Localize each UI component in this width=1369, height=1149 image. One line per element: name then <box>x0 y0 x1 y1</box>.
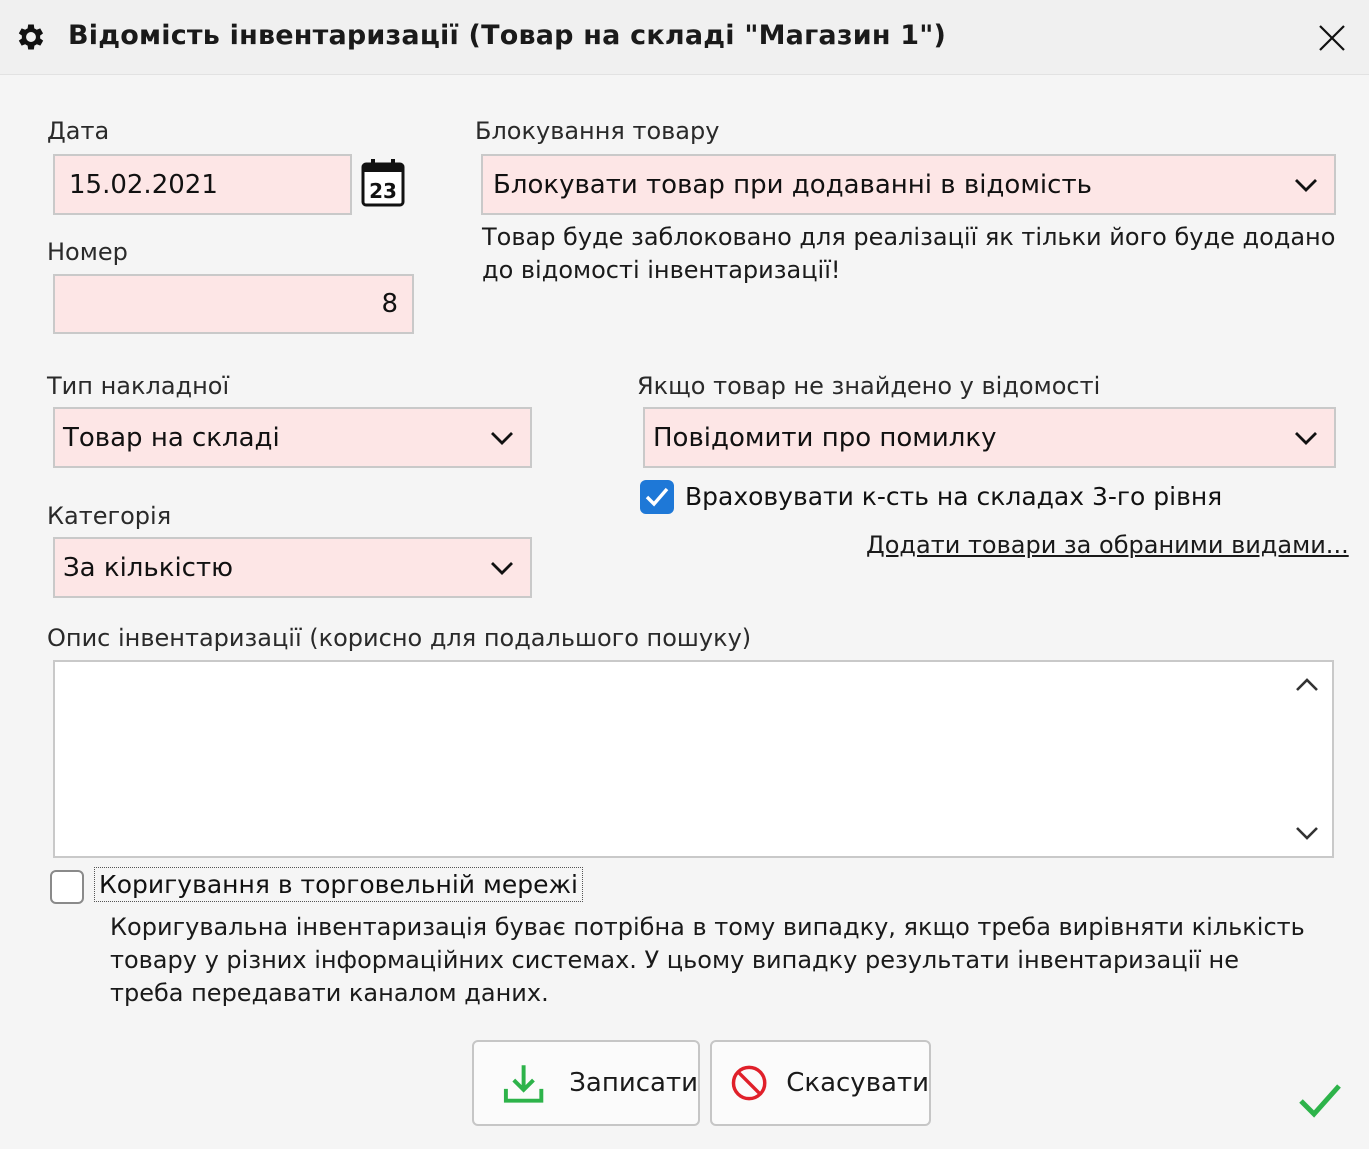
invoice-type-select[interactable]: Товар на складі <box>53 407 532 468</box>
level3-label[interactable]: Враховувати к-сть на складах 3-го рівня <box>685 482 1222 511</box>
date-label: Дата <box>47 117 110 145</box>
cancel-button[interactable]: Скасувати <box>710 1040 931 1126</box>
correction-hint: Коригувальна інвентаризація буває потріб… <box>110 913 1305 1007</box>
description-label: Опис інвентаризації (корисно для подальш… <box>47 624 752 652</box>
invoice-type-value: Товар на складі <box>63 422 280 453</box>
chevron-down-icon <box>491 561 513 575</box>
blocking-value: Блокувати товар при додаванні в відоміст… <box>493 169 1092 200</box>
number-value: 8 <box>381 289 398 319</box>
category-label: Категорія <box>47 502 172 530</box>
blocking-select[interactable]: Блокувати товар при додаванні в відоміст… <box>481 154 1336 215</box>
date-value: 15.02.2021 <box>69 169 218 200</box>
not-found-select[interactable]: Повідомити про помилку <box>643 407 1336 468</box>
chevron-down-icon <box>1295 431 1317 445</box>
blocking-label: Блокування товару <box>475 117 720 145</box>
category-select[interactable]: За кількістю <box>53 537 532 598</box>
cancel-label: Скасувати <box>786 1068 929 1098</box>
chevron-down-icon <box>491 431 513 445</box>
not-found-value: Повідомити про помилку <box>653 422 997 453</box>
close-icon[interactable] <box>1314 20 1350 56</box>
correction-label[interactable]: Коригування в торговельній мережі <box>94 867 583 902</box>
window-title: Відомість інвентаризації (Товар на склад… <box>68 20 947 51</box>
ok-check-icon[interactable] <box>1298 1081 1342 1119</box>
number-field[interactable]: 8 <box>53 274 414 334</box>
calendar-icon[interactable]: 23 <box>360 158 406 208</box>
date-field[interactable]: 15.02.2021 <box>53 154 352 215</box>
dialog-body: Дата 15.02.2021 23 Номер 8 Блокування то… <box>0 75 1369 1149</box>
correction-checkbox[interactable] <box>50 870 84 904</box>
save-label: Записати <box>569 1068 698 1098</box>
download-icon <box>503 1065 544 1103</box>
save-button[interactable]: Записати <box>472 1040 700 1126</box>
check-icon <box>645 487 669 507</box>
gear-icon[interactable] <box>14 20 48 54</box>
category-value: За кількістю <box>63 552 233 583</box>
blocking-hint: Товар буде заблоковано для реалізації як… <box>482 223 1336 284</box>
scroll-up-icon[interactable] <box>1294 676 1320 694</box>
not-found-label: Якщо товар не знайдено у відомості <box>637 372 1101 400</box>
number-label: Номер <box>47 238 128 266</box>
title-bar: Відомість інвентаризації (Товар на склад… <box>0 0 1369 75</box>
add-by-kinds-link[interactable]: Додати товари за обраними видами... <box>866 531 1349 559</box>
level3-checkbox[interactable] <box>640 480 674 514</box>
chevron-down-icon <box>1295 178 1317 192</box>
calendar-day: 23 <box>369 179 397 203</box>
scroll-down-icon[interactable] <box>1294 824 1320 842</box>
description-textarea[interactable] <box>53 660 1334 858</box>
invoice-type-label: Тип накладної <box>47 372 230 400</box>
prohibited-icon <box>731 1065 767 1101</box>
